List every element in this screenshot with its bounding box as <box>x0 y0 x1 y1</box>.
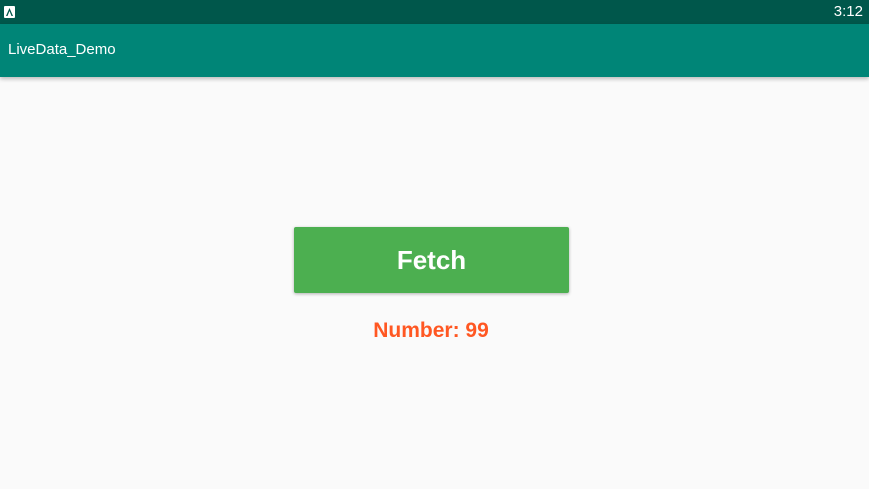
fetch-button[interactable]: Fetch <box>294 227 569 293</box>
app-bar: LiveData_Demo <box>0 24 869 77</box>
app-title: LiveData_Demo <box>8 41 116 58</box>
main-content: Fetch Number: 99 <box>0 77 869 489</box>
android-app-icon <box>4 6 15 18</box>
status-time: 3:12 <box>833 3 863 20</box>
number-text: Number: 99 <box>373 319 489 342</box>
status-bar: 3:12 <box>0 0 869 24</box>
